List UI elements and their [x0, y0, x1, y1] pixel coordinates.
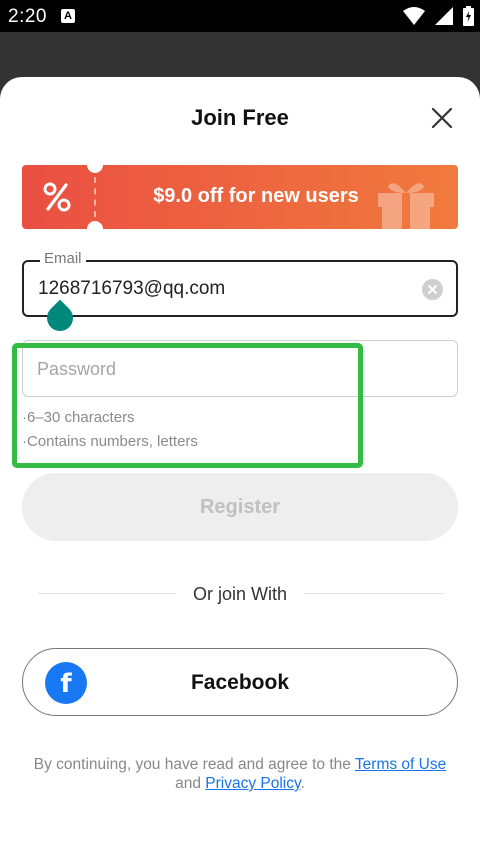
- email-field[interactable]: Email 1268716793@qq.com: [22, 250, 458, 317]
- join-sheet: Join Free $9.0 off for new users Email 1…: [0, 77, 480, 854]
- signal-icon: [435, 7, 453, 25]
- status-time: 2:20: [8, 6, 47, 27]
- privacy-policy-link[interactable]: Privacy Policy: [205, 775, 300, 792]
- legal-suffix: .: [300, 775, 305, 792]
- notification-icon: A: [61, 9, 75, 23]
- register-button[interactable]: Register: [22, 473, 458, 541]
- email-label: Email: [40, 250, 86, 267]
- ticket-notch: [87, 221, 103, 229]
- legal-and: and: [175, 775, 206, 792]
- legal-text: By continuing, you have read and agree t…: [20, 755, 460, 793]
- promo-banner[interactable]: $9.0 off for new users: [22, 165, 458, 229]
- password-field[interactable]: [22, 340, 458, 397]
- promo-text: $9.0 off for new users: [153, 185, 359, 207]
- percent-icon: [43, 182, 71, 212]
- gift-icon: [378, 183, 434, 229]
- divider: [304, 593, 444, 594]
- clear-icon[interactable]: [422, 279, 443, 300]
- email-value: 1268716793@qq.com: [38, 278, 226, 299]
- battery-icon: [463, 6, 474, 26]
- status-icons: [403, 6, 474, 26]
- facebook-button[interactable]: f Facebook: [22, 648, 458, 716]
- status-bar: 2:20 A: [0, 0, 480, 32]
- facebook-label: Facebook: [190, 671, 290, 694]
- ticket-divider: [94, 177, 96, 217]
- password-hint: ·Contains numbers, letters: [22, 433, 198, 450]
- ticket-notch: [87, 165, 103, 173]
- page-title: Join Free: [191, 105, 289, 130]
- close-icon[interactable]: [428, 104, 456, 132]
- wifi-icon: [403, 7, 425, 25]
- password-input[interactable]: [37, 355, 437, 383]
- or-join-with-label: Or join With: [192, 584, 288, 604]
- password-hint: ·6–30 characters: [22, 409, 135, 426]
- legal-prefix: By continuing, you have read and agree t…: [33, 756, 355, 773]
- terms-of-use-link[interactable]: Terms of Use: [355, 756, 446, 773]
